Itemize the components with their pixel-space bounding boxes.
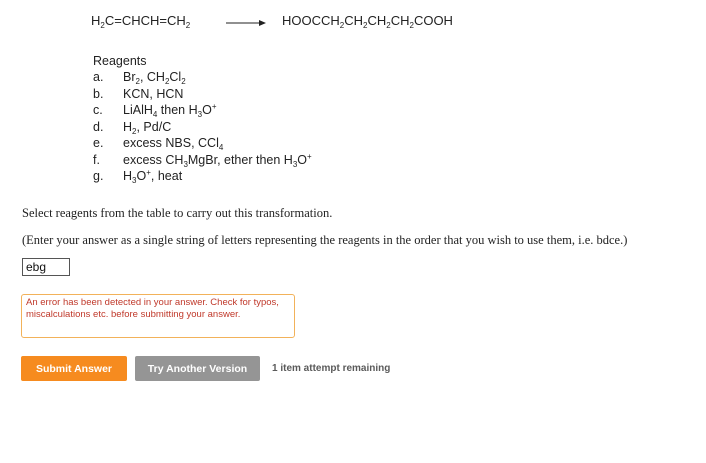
- reagent-list: a. Br2, CH2Cl2 b. KCN, HCN c. LiAlH4 then H3O…: [93, 69, 312, 185]
- question-instruction: Select reagents from the table to carry …: [22, 206, 333, 220]
- reagent-text: excess NBS, CCl4: [123, 136, 224, 153]
- reagent-row: a. Br2, CH2Cl2: [93, 69, 312, 86]
- reagent-row: d. H2, Pd/C: [93, 119, 312, 136]
- submit-answer-button[interactable]: Submit Answer: [21, 356, 127, 381]
- attempts-remaining: 1 item attempt remaining: [272, 363, 391, 374]
- reagent-row: f. excess CH3MgBr, ether then H3O+: [93, 151, 312, 169]
- reagent-letter: a.: [93, 70, 104, 85]
- reagent-text: H3O+, heat: [123, 168, 183, 186]
- reagent-letter: f.: [93, 152, 100, 167]
- reagent-letter: b.: [93, 86, 104, 101]
- reagent-row: g. H3O+, heat: [93, 168, 312, 185]
- question-format-hint: (Enter your answer as a single string of…: [22, 233, 628, 247]
- reagent-row: e. excess NBS, CCl4: [93, 135, 312, 152]
- reagent-letter: g.: [93, 169, 104, 184]
- reagent-row: b. KCN, HCN: [93, 86, 312, 103]
- error-message: An error has been detected in your answe…: [21, 294, 295, 338]
- answer-input[interactable]: [22, 258, 70, 276]
- reagent-text: H2, Pd/C: [123, 119, 172, 136]
- reagents-table: Reagents a. Br2, CH2Cl2 b. KCN, HCN c. LiAlH4…: [93, 54, 312, 185]
- reagent-text: excess CH3MgBr, ether then H3O+: [123, 151, 312, 169]
- try-another-version-button[interactable]: Try Another Version: [135, 356, 260, 381]
- reagent-letter: c.: [93, 103, 103, 118]
- reagent-text: KCN, HCN: [123, 86, 184, 101]
- reagent-letter: d.: [93, 119, 104, 134]
- product: HOOCCH2CH2CH2CH2COOH: [282, 13, 453, 30]
- starting-material: H2C=CHCH=CH2: [91, 13, 191, 30]
- starting-material-formula: H2C=CHCH=CH2: [91, 13, 191, 30]
- reagent-letter: e.: [93, 136, 104, 151]
- reaction-arrow-icon: [226, 20, 266, 26]
- reagents-heading: Reagents: [93, 54, 147, 68]
- reagent-row: c. LiAlH4 then H3O+: [93, 102, 312, 119]
- product-formula: HOOCCH2CH2CH2CH2COOH: [282, 13, 453, 30]
- reagent-text: Br2, CH2Cl2: [123, 70, 186, 87]
- reagent-text: LiAlH4 then H3O+: [123, 102, 217, 120]
